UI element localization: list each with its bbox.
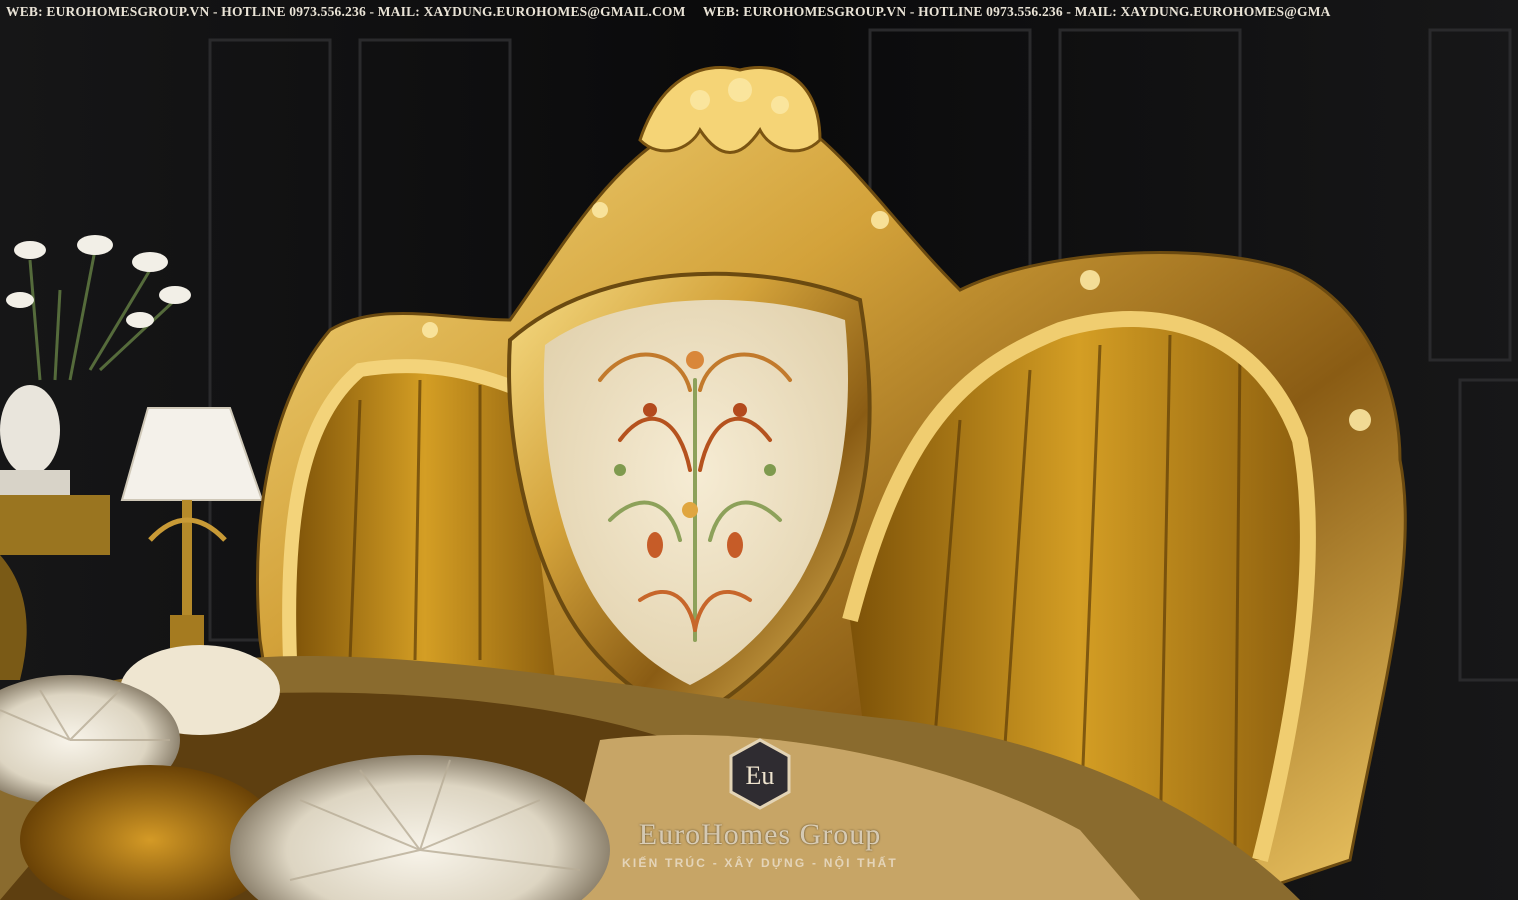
brand-watermark: Eu EuroHomes Group KIẾN TRÚC - XÂY DỰNG … [600,738,920,898]
watermark-segment: WEB: EUROHOMESGROUP.VN - HOTLINE 0973.55… [702,4,1331,19]
badge-letters: Eu [746,761,775,790]
brand-tagline: KIẾN TRÚC - XÂY DỰNG - NỘI THẤT [622,856,898,870]
watermark-segment: WEB: EUROHOMESGROUP.VN - HOTLINE 0973.55… [6,4,686,19]
hexagon-badge-icon: Eu [729,738,791,810]
watermark-contact-strip: WEB: EUROHOMESGROUP.VN - HOTLINE 0973.55… [0,0,1518,24]
brand-name: EuroHomes Group [638,818,882,851]
